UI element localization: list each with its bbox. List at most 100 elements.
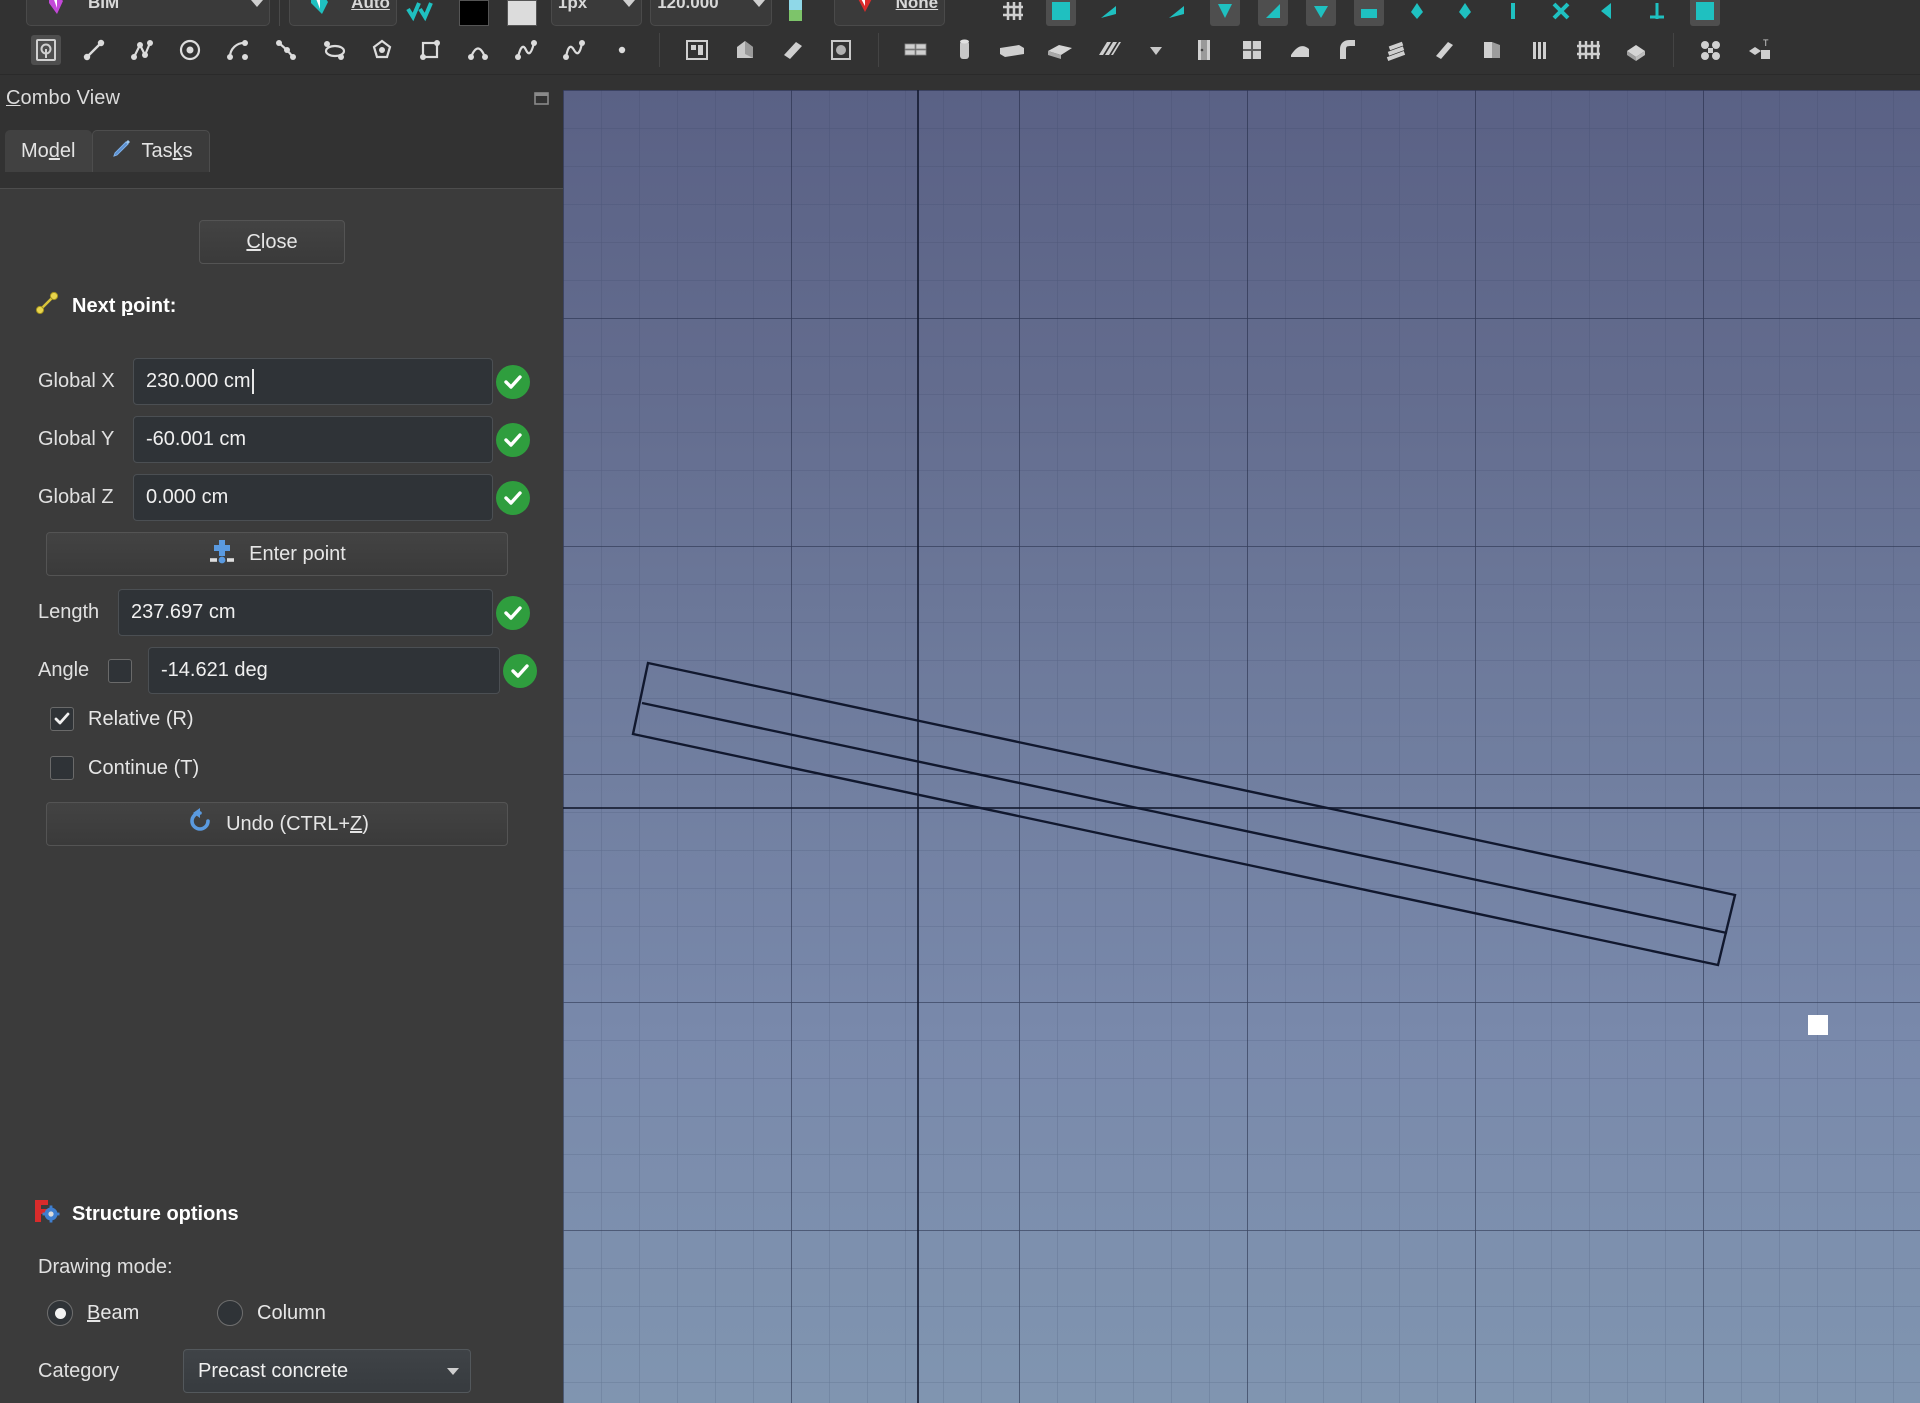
workbench-label: BIM xyxy=(88,0,120,12)
snap-grid-icon[interactable] xyxy=(1046,0,1077,26)
snap-toggle-icon[interactable] xyxy=(1690,0,1721,26)
workbench-dropdown-icon[interactable] xyxy=(251,0,264,7)
component-icon[interactable] xyxy=(1696,35,1726,65)
relative-checkbox-row[interactable]: Relative (R) xyxy=(50,707,194,731)
3d-viewport[interactable] xyxy=(563,90,1920,1403)
ellipse-icon[interactable] xyxy=(319,35,349,65)
global-x-valid-icon xyxy=(496,364,530,399)
bezier-icon[interactable] xyxy=(511,35,541,65)
tab-model-label: Model xyxy=(21,139,76,162)
equipment-icon[interactable] xyxy=(1621,35,1651,65)
rebar-icon[interactable] xyxy=(1525,35,1555,65)
drawing-mode-column-option[interactable]: Column xyxy=(217,1300,326,1326)
continue-checkbox[interactable] xyxy=(50,756,74,780)
transparency-dropdown-icon[interactable] xyxy=(752,0,765,7)
close-button[interactable]: Close xyxy=(199,220,345,264)
angle-lock-checkbox[interactable] xyxy=(108,658,132,683)
transparency-label: 120.000 xyxy=(657,0,719,12)
angle-input[interactable]: -14.621 deg xyxy=(148,647,537,694)
project-icon[interactable] xyxy=(682,35,712,65)
beam-icon[interactable] xyxy=(997,35,1027,65)
snap-intersection-icon[interactable] xyxy=(1594,0,1624,26)
face-color-swatch[interactable] xyxy=(506,0,537,26)
panel-float-icon[interactable] xyxy=(531,87,553,114)
snap-angle-icon[interactable] xyxy=(1258,0,1289,26)
annotation-icon[interactable]: T xyxy=(1744,35,1774,65)
snap-endpoint-icon[interactable] xyxy=(1094,0,1124,26)
annotation-style-group[interactable]: None xyxy=(833,0,946,26)
polygon-icon[interactable] xyxy=(367,35,397,65)
cubic-bezier-icon[interactable] xyxy=(559,35,589,65)
pipe-icon[interactable] xyxy=(1333,35,1363,65)
line-icon[interactable] xyxy=(79,35,109,65)
door-icon[interactable] xyxy=(1189,35,1219,65)
rectangle-icon[interactable] xyxy=(415,35,445,65)
point-icon[interactable] xyxy=(607,35,637,65)
level-icon[interactable] xyxy=(826,35,856,65)
window-icon[interactable] xyxy=(1237,35,1267,65)
global-z-valid-icon xyxy=(496,480,530,515)
checkmark-pair-icon[interactable] xyxy=(406,0,436,26)
building-icon[interactable] xyxy=(778,35,808,65)
panel-tabs: Model Tasks xyxy=(0,128,563,172)
category-select[interactable]: Precast concrete xyxy=(183,1349,471,1393)
auto-group[interactable]: Auto xyxy=(289,0,397,26)
add-point-icon xyxy=(208,537,238,571)
fence-icon[interactable] xyxy=(1573,35,1603,65)
snap-center-icon[interactable] xyxy=(1306,0,1337,26)
snap-ortho-icon[interactable] xyxy=(1546,0,1576,26)
relative-checkbox[interactable] xyxy=(50,707,74,731)
wall-icon[interactable] xyxy=(901,35,931,65)
line-width-dropdown-icon[interactable] xyxy=(623,0,636,7)
tab-tasks[interactable]: Tasks xyxy=(91,130,210,172)
sketch-icon[interactable] xyxy=(31,35,61,65)
column-radio[interactable] xyxy=(217,1300,243,1326)
site-icon[interactable] xyxy=(730,35,760,65)
circle-icon[interactable] xyxy=(175,35,205,65)
curtainwall-icon[interactable] xyxy=(1477,35,1507,65)
workbench-selector-group[interactable]: BIM xyxy=(26,0,271,26)
next-point-heading: Next point: xyxy=(33,289,176,323)
transparency-group[interactable]: 120.000 xyxy=(650,0,772,26)
global-z-input[interactable]: 0.000 cm xyxy=(133,474,530,521)
snap-near-icon[interactable] xyxy=(1498,0,1528,26)
snap-special-icon[interactable] xyxy=(1450,0,1480,26)
column-icon[interactable] xyxy=(949,35,979,65)
tab-model[interactable]: Model xyxy=(5,130,92,172)
toolbar-separator xyxy=(878,33,879,67)
snap-working-plane-icon[interactable] xyxy=(1642,0,1672,26)
snap-perpendicular-icon[interactable] xyxy=(1210,0,1241,26)
stairs-icon[interactable] xyxy=(1381,35,1411,65)
structure-dropdown-icon[interactable] xyxy=(1141,35,1171,65)
close-button-label: Close xyxy=(246,230,298,253)
toolbar-separator xyxy=(279,0,281,26)
material-icon[interactable] xyxy=(781,0,811,26)
global-y-input[interactable]: -60.001 cm xyxy=(133,416,530,463)
enter-point-button[interactable]: Enter point xyxy=(46,532,508,576)
continue-checkbox-row[interactable]: Continue (T) xyxy=(50,756,199,780)
arc-3points-icon[interactable] xyxy=(271,35,301,65)
roof-icon[interactable] xyxy=(1285,35,1315,65)
bspline-icon[interactable] xyxy=(463,35,493,65)
snap-midpoint-icon[interactable] xyxy=(1162,0,1192,26)
multi-material-icon[interactable] xyxy=(1093,35,1123,65)
polyline-icon[interactable] xyxy=(127,35,157,65)
global-x-input[interactable]: 230.000 cm xyxy=(133,358,530,405)
angle-row: Angle -14.621 deg xyxy=(38,647,537,694)
beam-radio[interactable] xyxy=(47,1300,73,1326)
grid-icon[interactable] xyxy=(998,0,1028,26)
panel-icon[interactable] xyxy=(1429,35,1459,65)
arc-icon[interactable] xyxy=(223,35,253,65)
slab-icon[interactable] xyxy=(1045,35,1075,65)
drawing-mode-beam-option[interactable]: Beam xyxy=(47,1300,139,1326)
global-x-label: Global X xyxy=(38,370,115,392)
global-y-value: -60.001 cm xyxy=(146,428,247,450)
undo-button[interactable]: Undo (CTRL+Z) xyxy=(46,802,508,846)
line-color-swatch[interactable] xyxy=(458,0,489,26)
toolbar-separator xyxy=(659,33,660,67)
snap-parallel-icon[interactable] xyxy=(1402,0,1432,26)
length-input[interactable]: 237.697 cm xyxy=(118,589,530,636)
continue-checkbox-label: Continue (T) xyxy=(88,756,200,779)
snap-extension-icon[interactable] xyxy=(1354,0,1385,26)
line-width-group[interactable]: 1px xyxy=(550,0,643,26)
